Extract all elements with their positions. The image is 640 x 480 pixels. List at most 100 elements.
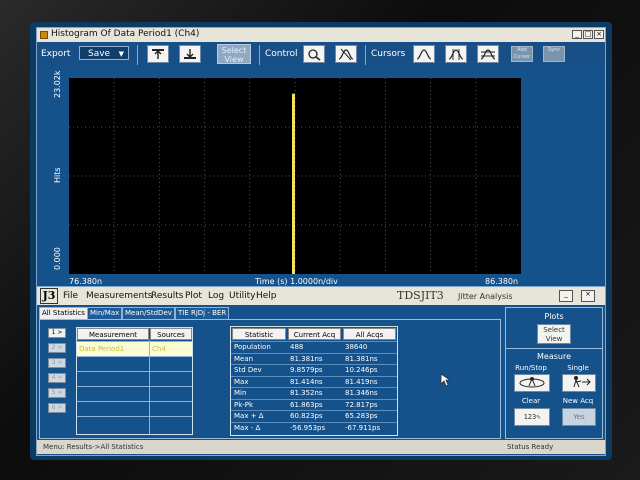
histogram-bar [292, 93, 295, 275]
source-cell[interactable]: Ch4 [150, 341, 192, 356]
menu-bar: J3 File Measurements Results Plot Log Ut… [37, 287, 605, 305]
menu-path: Menu: Results->All Statistics [43, 443, 144, 451]
export-down-icon [184, 49, 196, 59]
table-row[interactable] [77, 416, 192, 431]
new-acq-button[interactable]: Yes [562, 408, 596, 426]
select-view-button[interactable]: Select View [217, 44, 251, 64]
statistics-row: Population 488 38640 [231, 341, 397, 352]
tab-all-statistics[interactable]: All Statistics [39, 307, 88, 319]
select-view-button[interactable]: Select View [537, 324, 571, 344]
menu-results[interactable]: Results [151, 291, 184, 301]
zoom-button[interactable] [303, 45, 325, 63]
histogram-titlebar[interactable]: Histogram Of Data Period1 (Ch4) _ □ × [37, 28, 605, 42]
app-icon [40, 31, 48, 39]
add-cursor-button[interactable]: Add Cursor [511, 46, 533, 62]
measurement-table: Measurement Sources Data Period1 Ch4 [76, 327, 193, 435]
single-button[interactable] [562, 374, 596, 392]
single-run-icon [573, 376, 591, 388]
mouse-pointer-icon [440, 373, 450, 387]
histogram-toolbar: Export Save ▼ Select View Control Cursor… [37, 42, 605, 68]
single-label: Single [567, 364, 589, 372]
row-select-button-3[interactable]: 3 > [48, 358, 66, 368]
close-button[interactable]: × [594, 30, 604, 39]
statistics-row: Pk-Pk 61.863ps 72.817ps [231, 398, 397, 410]
close-button[interactable]: × [581, 290, 595, 302]
tab-tie-rjdj-ber[interactable]: TIE RjDj - BER [175, 307, 230, 319]
clear-button[interactable]: 123✎ [514, 408, 550, 426]
select-view-line2: View [224, 55, 244, 64]
tab-mean-stddev[interactable]: Mean/StdDev [122, 307, 175, 319]
measure-label: Measure [537, 352, 571, 361]
run-stop-label: Run/Stop [515, 364, 547, 372]
row-select-button-2[interactable]: 2 > [48, 343, 66, 353]
run-stop-icon [519, 377, 545, 388]
all-acqs-cell: 81.346ns [345, 389, 378, 397]
tab-min-max[interactable]: Min/Max [87, 307, 123, 319]
statistic-name-cell: Max [234, 377, 249, 386]
table-row[interactable] [77, 386, 192, 401]
minimize-button[interactable]: _ [572, 30, 582, 39]
x-axis-label: Time (s) 1.0000n/div [255, 277, 338, 286]
cursor-waveform-button-1[interactable] [413, 45, 435, 63]
table-row[interactable] [77, 401, 192, 416]
statistics-row: Min 81.352ns 81.346ns [231, 387, 397, 398]
statistics-row: Std Dev 9.8579ps 10.246ps [231, 364, 397, 375]
window-title: Histogram Of Data Period1 (Ch4) [51, 29, 200, 39]
menu-utility[interactable]: Utility [229, 291, 255, 301]
monitor-screen: Histogram Of Data Period1 (Ch4) _ □ × Ex… [30, 22, 612, 460]
statistics-row: Max 81.414ns 81.419ns [231, 375, 397, 387]
histogram-plot[interactable] [69, 78, 521, 275]
y-top-label: 23.02k [53, 70, 62, 98]
export-up-icon [152, 49, 164, 59]
statistics-row: Max + Δ 60.823ps 65.283ps [231, 410, 397, 421]
eraser-icon: ✎ [536, 413, 541, 421]
cursor-waveform-button-3[interactable] [477, 45, 499, 63]
x-left-label: 76.380n [69, 277, 103, 286]
y-bottom-label: 0.000 [53, 247, 62, 270]
statistics-table: Statistic Current Acq All Acqs Populatio… [230, 326, 398, 436]
all-statistics-panel: 1 > 2 > 3 > 4 > 5 > 6 > Measurement Sour… [39, 319, 501, 439]
y-axis-label: Hits [53, 167, 62, 183]
statistics-row: Max - Δ -56.953ps -67.911ps [231, 421, 397, 433]
new-acq-label: New Acq [562, 397, 594, 405]
measurement-header: Measurement [77, 328, 149, 340]
current-acq-cell: 81.352ns [290, 389, 323, 397]
all-acqs-header: All Acqs [343, 328, 396, 340]
statistic-header: Statistic [232, 328, 286, 340]
x-right-label: 86.380n [485, 277, 519, 286]
menu-file[interactable]: File [63, 291, 78, 301]
row-select-button-5[interactable]: 5 > [48, 388, 66, 398]
all-acqs-cell: 10.246ps [345, 366, 378, 374]
statistics-row: Mean 81.381ns 81.381ns [231, 352, 397, 364]
current-acq-cell: 9.8579ps [290, 366, 323, 374]
menu-log[interactable]: Log [208, 291, 224, 301]
run-stop-button[interactable] [514, 374, 550, 392]
row-select-button-1[interactable]: 1 > [48, 328, 66, 338]
row-select-button-6[interactable]: 6 > [48, 403, 66, 413]
pan-button[interactable] [335, 45, 357, 63]
save-dropdown[interactable]: Save ▼ [79, 46, 129, 60]
waveform-icon [416, 49, 432, 60]
menu-help[interactable]: Help [256, 291, 277, 301]
product-name: TDSJIT3 [397, 289, 444, 302]
cursor-waveform-button-2[interactable] [445, 45, 467, 63]
row-select-button-4[interactable]: 4 > [48, 373, 66, 383]
panel-divider [506, 348, 602, 349]
maximize-button[interactable]: □ [583, 30, 593, 39]
table-row[interactable] [77, 356, 192, 371]
measurement-cell[interactable]: Data Period1 [77, 341, 149, 356]
table-row[interactable] [77, 371, 192, 386]
minimize-button[interactable]: _ [559, 290, 573, 302]
menu-measurements[interactable]: Measurements [86, 291, 152, 301]
statistic-name-cell: Std Dev [234, 366, 262, 374]
menu-plot[interactable]: Plot [185, 291, 202, 301]
statistic-name-cell: Pk-Pk [234, 400, 254, 409]
plots-label: Plots [544, 312, 564, 321]
statistic-name-cell: Min [234, 389, 247, 397]
export-label: Export [41, 49, 71, 59]
toolbar-divider [365, 45, 366, 65]
sync-button[interactable]: Sync [543, 46, 565, 62]
export-up-button[interactable] [147, 45, 169, 63]
jitter-analysis-window: J3 File Measurements Results Plot Log Ut… [36, 286, 606, 456]
export-down-button[interactable] [179, 45, 201, 63]
